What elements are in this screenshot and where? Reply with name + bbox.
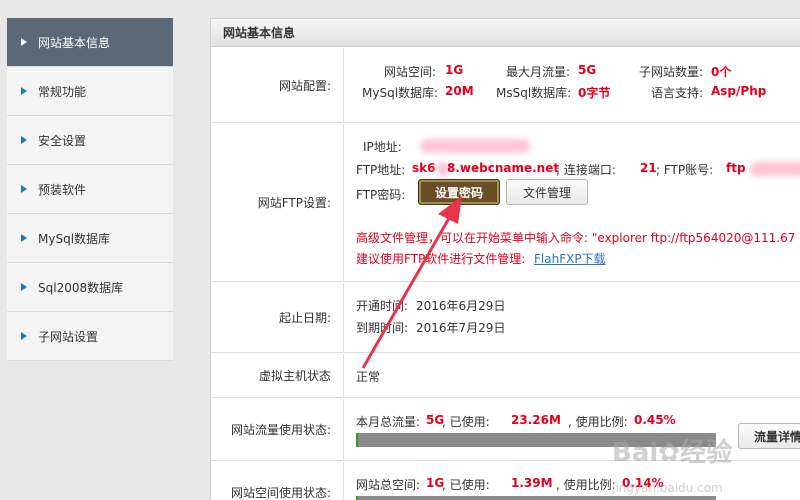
space-usage-label: 网站空间使用状态: bbox=[211, 462, 344, 500]
ftp-pwd-label: FTP密码: bbox=[356, 188, 406, 202]
ftp-addr-label: FTP地址: bbox=[356, 163, 406, 177]
ip-label: IP地址: bbox=[363, 140, 402, 154]
advanced-ftp-note: 高级文件管理，可以在开始菜单中输入命令: "explorer ftp://ftp… bbox=[356, 231, 796, 245]
expire-date-value: 2016年7月29日 bbox=[416, 321, 506, 335]
space-used-value: 1.39M bbox=[511, 476, 553, 490]
triangle-right-icon bbox=[21, 185, 27, 193]
ftp-account-redacted bbox=[750, 161, 800, 176]
ftp-addr-value-a: sk6 bbox=[412, 161, 436, 175]
traffic-usage-label: 网站流量使用状态: bbox=[211, 399, 344, 460]
expire-date-label: 到期时间: bbox=[356, 321, 409, 335]
space-label: 网站空间: bbox=[384, 65, 437, 79]
host-status-row: 虚拟主机状态 正常 bbox=[211, 354, 800, 398]
sidebar-item-label: 子网站设置 bbox=[38, 329, 99, 344]
triangle-right-icon bbox=[21, 332, 27, 340]
sidebar-item-label: 网站基本信息 bbox=[38, 35, 111, 50]
space-value: 1G bbox=[445, 63, 464, 77]
dates-label: 起止日期: bbox=[211, 283, 344, 352]
ftp-label: 网站FTP设置: bbox=[211, 124, 344, 281]
set-password-button[interactable]: 设置密码 bbox=[418, 179, 500, 205]
triangle-right-icon bbox=[21, 87, 27, 95]
ip-value-redacted bbox=[420, 138, 530, 153]
sidebar-item-sql2008[interactable]: Sql2008数据库 bbox=[7, 263, 173, 312]
triangle-right-icon bbox=[21, 136, 27, 144]
sidebar-item-label: Sql2008数据库 bbox=[38, 280, 124, 295]
baidu-watermark: Bai✿经验 jingyan.baidu.com bbox=[612, 438, 733, 495]
host-status-value: 正常 bbox=[356, 370, 381, 384]
space-usage-fill bbox=[356, 496, 358, 500]
triangle-right-icon bbox=[21, 283, 27, 291]
config-label: 网站配置: bbox=[211, 48, 344, 122]
traffic-value: 5G bbox=[578, 63, 597, 77]
open-date-value: 2016年6月29日 bbox=[416, 299, 506, 313]
sidebar-item-preinstalled[interactable]: 预装软件 bbox=[7, 165, 173, 214]
file-manager-button[interactable]: 文件管理 bbox=[506, 179, 588, 205]
sidebar-item-subsites[interactable]: 子网站设置 bbox=[7, 312, 173, 361]
space-ratio-label: , 使用比例: bbox=[556, 478, 616, 492]
panel-title: 网站基本信息 bbox=[211, 19, 800, 47]
ftp-account-label: ; FTP账号: bbox=[656, 163, 714, 177]
ftp-addr-value-b: 8.webcname.net bbox=[447, 161, 560, 175]
space-total-label: 网站总空间: bbox=[356, 478, 421, 492]
sidebar-item-label: 常规功能 bbox=[38, 84, 87, 99]
traffic-usage-fill bbox=[356, 433, 358, 447]
ftp-row: 网站FTP设置: IP地址: FTP地址: sk6 8.webcname.net… bbox=[211, 124, 800, 282]
flashfxp-download-link[interactable]: FlahFXP下载 bbox=[534, 250, 606, 267]
sidebar-item-label: 预装软件 bbox=[38, 182, 87, 197]
mssql-value: 0字节 bbox=[578, 86, 611, 100]
space-used-label: , 已使用: bbox=[442, 478, 490, 492]
subsites-value: 0个 bbox=[711, 65, 732, 79]
ftp-account-value: ftp bbox=[726, 161, 746, 175]
port-label: ; 连接端口: bbox=[556, 163, 616, 177]
host-status-label: 虚拟主机状态 bbox=[211, 354, 344, 397]
triangle-right-icon bbox=[21, 38, 27, 46]
port-value: 21 bbox=[640, 161, 657, 175]
lang-label: 语言支持: bbox=[651, 86, 704, 100]
traffic-used-value: 23.26M bbox=[511, 413, 561, 427]
sidebar-item-mysql[interactable]: MySql数据库 bbox=[7, 214, 173, 263]
sidebar: 网站基本信息 常规功能 安全设置 预装软件 MySql数据库 Sql2008数据… bbox=[7, 18, 173, 361]
sidebar-item-label: 安全设置 bbox=[38, 133, 87, 148]
paw-icon: ✿ bbox=[658, 438, 681, 468]
config-row: 网站配置: 网站空间: 1G 最大月流量: 5G 子网站数量: 0个 MySql… bbox=[211, 48, 800, 123]
mysql-label: MySql数据库: bbox=[362, 86, 439, 100]
mysql-value: 20M bbox=[445, 84, 474, 98]
traffic-ratio-value: 0.45% bbox=[634, 413, 676, 427]
ftp-software-note: 建议使用FTP软件进行文件管理: bbox=[356, 252, 526, 266]
traffic-label: 最大月流量: bbox=[506, 65, 571, 79]
open-date-label: 开通时间: bbox=[356, 299, 409, 313]
sidebar-item-general[interactable]: 常规功能 bbox=[7, 67, 173, 116]
sidebar-item-site-info[interactable]: 网站基本信息 bbox=[7, 18, 173, 67]
triangle-right-icon bbox=[21, 234, 27, 242]
main-panel: 网站基本信息 网站配置: 网站空间: 1G 最大月流量: 5G 子网站数量: 0… bbox=[210, 18, 800, 500]
traffic-used-label: , 已使用: bbox=[442, 415, 490, 429]
traffic-total-label: 本月总流量: bbox=[356, 415, 421, 429]
mssql-label: MsSql数据库: bbox=[496, 86, 572, 100]
lang-value: Asp/Php bbox=[711, 84, 767, 98]
subsites-label: 子网站数量: bbox=[639, 65, 704, 79]
traffic-detail-button[interactable]: 流量详情 bbox=[738, 423, 800, 449]
sidebar-item-security[interactable]: 安全设置 bbox=[7, 116, 173, 165]
dates-row: 起止日期: 开通时间: 2016年6月29日 到期时间: 2016年7月29日 bbox=[211, 283, 800, 353]
traffic-ratio-label: , 使用比例: bbox=[568, 415, 628, 429]
sidebar-item-label: MySql数据库 bbox=[38, 231, 111, 246]
